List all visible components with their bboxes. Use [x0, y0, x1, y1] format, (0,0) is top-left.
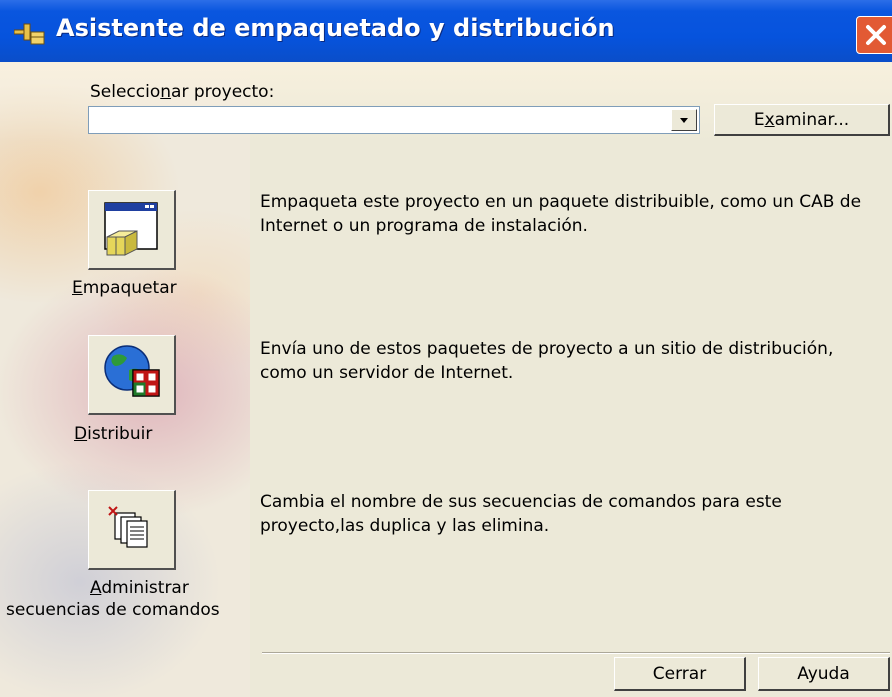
- project-label: Seleccionar proyecto:: [90, 82, 275, 102]
- distribute-caption: Distribuir: [74, 424, 153, 444]
- manage-scripts-description: Cambia el nombre de sus secuencias de co…: [260, 492, 782, 536]
- package-caption: Empaquetar: [72, 278, 177, 298]
- chevron-down-icon: [680, 118, 688, 123]
- manage-scripts-caption-line2: secuencias de comandos: [6, 600, 220, 620]
- browse-button[interactable]: Examinar...: [714, 104, 890, 136]
- manage-scripts-caption: Administrar: [90, 578, 189, 598]
- title-bar[interactable]: Asistente de empaquetado y distribución: [0, 0, 892, 62]
- dialog-body: Seleccionar proyecto: Examinar... Empaqu…: [0, 62, 892, 697]
- dropdown-arrow-button[interactable]: [671, 109, 697, 131]
- app-icon: [13, 20, 46, 46]
- window-title: Asistente de empaquetado y distribución: [56, 14, 615, 42]
- distribute-description: Envía uno de estos paquetes de proyecto …: [260, 339, 834, 383]
- footer-divider: [262, 652, 890, 654]
- distribute-button[interactable]: [88, 335, 176, 415]
- wizard-window: Asistente de empaquetado y distribución …: [0, 0, 892, 697]
- scripts-icon: [108, 506, 148, 548]
- globe-icon: [104, 345, 160, 397]
- close-button[interactable]: [856, 16, 892, 54]
- close-icon: [866, 25, 886, 45]
- project-select[interactable]: [88, 106, 700, 134]
- help-button[interactable]: Ayuda: [758, 657, 890, 691]
- package-icon: [104, 202, 158, 256]
- package-button[interactable]: [88, 190, 176, 270]
- package-description: Empaqueta este proyecto en un paquete di…: [260, 192, 862, 236]
- close-dialog-button[interactable]: Cerrar: [614, 657, 746, 691]
- manage-scripts-button[interactable]: [88, 490, 176, 570]
